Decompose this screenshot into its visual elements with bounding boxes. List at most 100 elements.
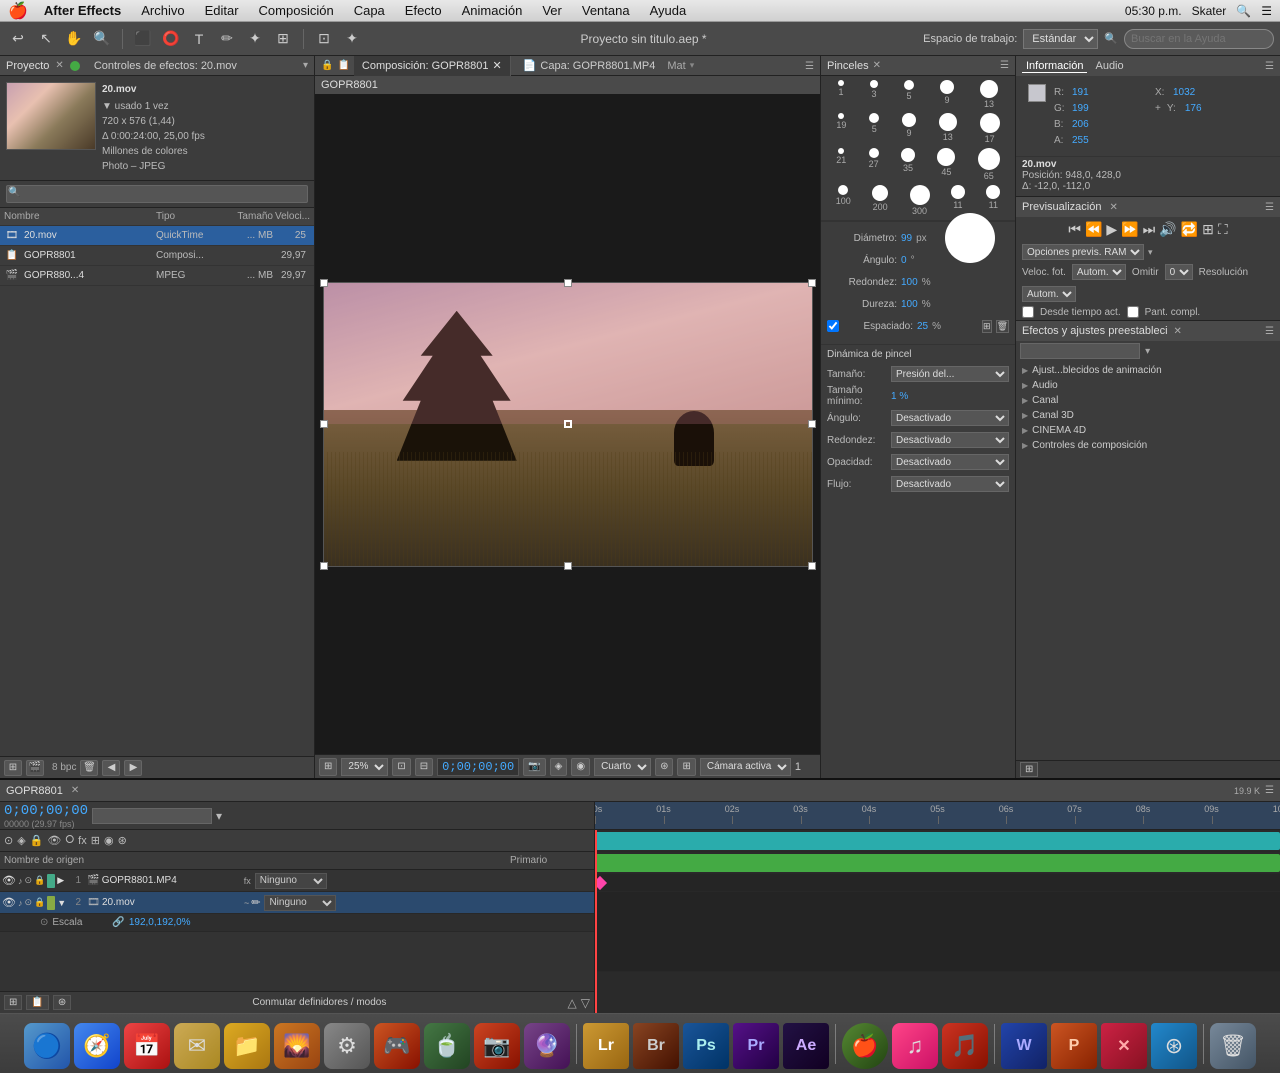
- effects-cat-cinema4d[interactable]: ▶ CINEMA 4D: [1016, 423, 1280, 438]
- tl-bottom-icon2[interactable]: 📋: [26, 995, 48, 1010]
- brush-45[interactable]: 45: [937, 148, 955, 181]
- layer1-eye[interactable]: 👁: [2, 874, 18, 887]
- toolbar-hand-btn[interactable]: ✋: [62, 27, 86, 51]
- delete-btn[interactable]: 🗑: [80, 760, 98, 776]
- preview-fullscreen[interactable]: ⛶: [1218, 221, 1228, 238]
- timeline-search-input[interactable]: [92, 808, 212, 824]
- effects-apply-btn[interactable]: ⊞: [1020, 762, 1038, 777]
- layer-row-1[interactable]: 👁 ♪ ⊙ 🔒 ▶ 1 🎬 GOPR8801.MP4 fx Ninguno: [0, 870, 594, 892]
- menu-archivo[interactable]: Archivo: [137, 3, 188, 18]
- draft-btn[interactable]: ◈: [550, 758, 568, 776]
- toolbar-anchor-btn[interactable]: ✦: [243, 27, 267, 51]
- dock-bridge[interactable]: Br: [633, 1023, 679, 1069]
- new-comp-btn[interactable]: 🎬: [26, 760, 44, 776]
- timeline-ruler[interactable]: (function() { const ruler = document.get…: [595, 802, 1280, 830]
- timeline-search-arrow[interactable]: ▾: [216, 809, 222, 823]
- tl-scroll-down[interactable]: ▽: [581, 996, 590, 1010]
- fullscreen-checkbox[interactable]: [1127, 306, 1139, 318]
- layer1-expand[interactable]: ▶: [57, 875, 69, 886]
- next-btn[interactable]: ▶: [124, 760, 142, 776]
- opacity-dynamic-select[interactable]: Desactivado: [891, 454, 1009, 470]
- tl-3d-btn[interactable]: ⊛: [118, 834, 127, 847]
- tl-bottom-icon1[interactable]: ⊞: [4, 995, 22, 1010]
- handle-mr[interactable]: [808, 420, 816, 428]
- preview-ram-select[interactable]: Opciones previs. RAM: [1022, 244, 1144, 260]
- dock-app1[interactable]: 🎮: [374, 1023, 420, 1069]
- layer2-expand[interactable]: ▼: [57, 898, 69, 908]
- brush-35[interactable]: 35: [901, 148, 915, 181]
- brush-11b[interactable]: 11: [986, 185, 1000, 216]
- dock-aftereffects[interactable]: Ae: [783, 1023, 829, 1069]
- comp-tab-main[interactable]: Composición: GOPR8801 ✕: [354, 56, 511, 76]
- dock-app3[interactable]: 📷: [474, 1023, 520, 1069]
- brush-17[interactable]: 17: [980, 113, 1000, 144]
- dock-photos[interactable]: 🌄: [274, 1023, 320, 1069]
- preview-panel-close[interactable]: ✕: [1109, 202, 1117, 213]
- brush-200[interactable]: 200: [872, 185, 888, 216]
- menu-animacion[interactable]: Animación: [458, 3, 527, 18]
- handle-tc[interactable]: [564, 279, 572, 287]
- info-tab-info[interactable]: Información: [1022, 60, 1087, 73]
- mute-btn[interactable]: ◉: [571, 758, 590, 776]
- effects-cat-canal3d[interactable]: ▶ Canal 3D: [1016, 408, 1280, 423]
- menu-after-effects[interactable]: After Effects: [40, 3, 125, 18]
- tl-solo-btn[interactable]: ⊙: [4, 834, 13, 847]
- layer2-lock-icon[interactable]: 🔒: [34, 897, 45, 908]
- preview-go-start[interactable]: ⏮: [1068, 221, 1081, 238]
- preview-loop[interactable]: 🔁: [1181, 221, 1198, 238]
- menu-editar[interactable]: Editar: [201, 3, 243, 18]
- dock-app4[interactable]: 🔮: [524, 1023, 570, 1069]
- handle-bl[interactable]: [320, 562, 328, 570]
- effects-cat-canal[interactable]: ▶ Canal: [1016, 393, 1280, 408]
- preview-fps-select[interactable]: Autom.: [1072, 264, 1126, 280]
- help-search-input[interactable]: [1124, 29, 1274, 49]
- dock-finder[interactable]: 🔵: [24, 1023, 70, 1069]
- preview-step-fwd[interactable]: ⏩: [1121, 221, 1138, 238]
- brush-13b[interactable]: 13: [939, 113, 957, 144]
- file-row-20mov[interactable]: 🎞 20.mov QuickTime ... MB 25: [0, 226, 314, 246]
- preview-audio[interactable]: 🔊: [1159, 221, 1176, 238]
- zoom-select[interactable]: 25%: [341, 758, 388, 776]
- effects-close[interactable]: ✕: [1174, 326, 1182, 337]
- toolbar-pen2-btn[interactable]: ✏: [215, 27, 239, 51]
- preview-go-end[interactable]: ⏭: [1143, 221, 1156, 238]
- info-tab-audio[interactable]: Audio: [1091, 60, 1127, 73]
- roundness-value[interactable]: 100: [901, 277, 918, 288]
- layer1-audio-icon[interactable]: ♪: [18, 876, 23, 886]
- brush-5[interactable]: 5: [904, 80, 914, 109]
- dock-itunes[interactable]: ♫: [892, 1023, 938, 1069]
- track-row-2[interactable]: [595, 852, 1280, 874]
- playhead[interactable]: [595, 830, 597, 1013]
- preview-res-select[interactable]: Autom.: [1022, 286, 1076, 302]
- brush-delete-btn[interactable]: 🗑: [996, 320, 1009, 333]
- tl-motion-btn[interactable]: ⊞: [91, 834, 100, 847]
- dock-garageband[interactable]: 🎵: [942, 1023, 988, 1069]
- dock-sysprefs[interactable]: ⚙: [324, 1023, 370, 1069]
- min-size-value[interactable]: 1 %: [891, 391, 908, 402]
- dock-premiere[interactable]: Pr: [733, 1023, 779, 1069]
- timeline-menu[interactable]: ☰: [1265, 785, 1274, 796]
- dock-powerpoint[interactable]: P: [1051, 1023, 1097, 1069]
- effects-search-input[interactable]: [1020, 343, 1140, 359]
- layer2-fx-icon[interactable]: ~: [244, 898, 249, 908]
- capture-btn[interactable]: 📷: [523, 758, 545, 776]
- dock-trash[interactable]: 🗑: [1210, 1023, 1256, 1069]
- brush-9[interactable]: 9: [940, 80, 954, 109]
- dock-word[interactable]: W: [1001, 1023, 1047, 1069]
- menu-ayuda[interactable]: Ayuda: [646, 3, 691, 18]
- dock-photoshop[interactable]: Ps: [683, 1023, 729, 1069]
- file-row-gopr8804[interactable]: 🎬 GOPR880...4 MPEG ... MB 29,97: [0, 266, 314, 286]
- new-folder-btn[interactable]: ⊞: [4, 760, 22, 776]
- brushes-menu[interactable]: ☰: [1000, 60, 1009, 71]
- tl-shy-btn[interactable]: 👁: [47, 834, 61, 847]
- project-search-input[interactable]: [6, 185, 308, 203]
- dock-folders[interactable]: 📁: [224, 1023, 270, 1069]
- dock-lightroom[interactable]: Lr: [583, 1023, 629, 1069]
- timeline-tracks[interactable]: [595, 830, 1280, 1013]
- brush-9b[interactable]: 9: [902, 113, 916, 144]
- tl-adjust-btn[interactable]: ◉: [104, 834, 114, 847]
- toolbar-text-btn[interactable]: T: [187, 27, 211, 51]
- layer1-mode-select[interactable]: Ninguno: [255, 873, 327, 889]
- tl-scroll-up[interactable]: △: [568, 996, 577, 1010]
- brush-27[interactable]: 27: [869, 148, 879, 181]
